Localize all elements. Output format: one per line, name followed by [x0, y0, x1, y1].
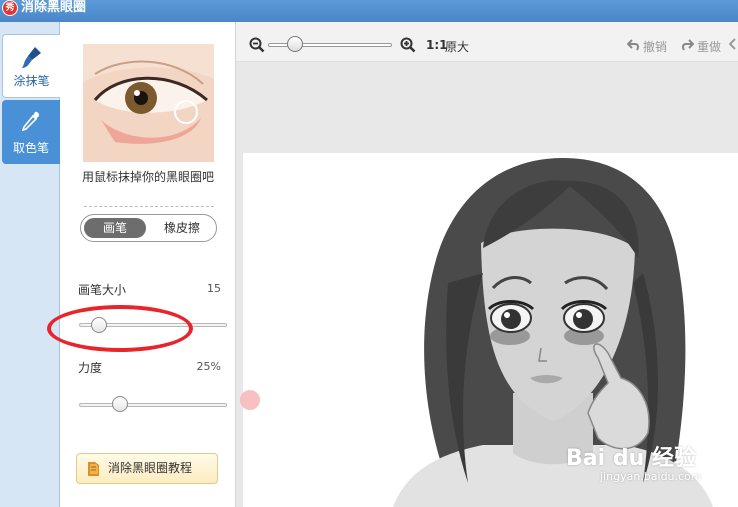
title-bar: 秀 消除黑眼圈	[0, 0, 738, 22]
strength-label: 力度	[78, 361, 103, 375]
zoom-out-icon[interactable]	[249, 37, 265, 53]
mode-toggle: 画笔 橡皮擦	[80, 214, 217, 242]
divider	[84, 206, 214, 207]
watermark-url: jingyan.baidu.com	[600, 470, 702, 483]
brush-mode-button[interactable]: 画笔	[84, 218, 146, 238]
tool-rail: 涂抹笔 取色笔	[0, 22, 60, 507]
zoom-in-icon[interactable]	[400, 37, 416, 53]
brush-icon	[22, 47, 41, 68]
tab-brush[interactable]: 涂抹笔	[2, 34, 60, 98]
panel-hint: 用鼠标抹掉你的黑眼圈吧	[81, 170, 214, 184]
original-size-label[interactable]: 原大	[445, 38, 469, 55]
highlight-ellipse	[47, 305, 193, 352]
tab-picker-label: 取色笔	[12, 141, 49, 155]
tutorial-label: 消除黑眼圈教程	[108, 461, 193, 475]
tab-color-picker[interactable]: 取色笔	[2, 100, 60, 164]
book-icon	[88, 462, 99, 476]
strength-slider[interactable]	[79, 403, 227, 407]
compare-icon[interactable]	[729, 38, 738, 50]
tab-brush-label: 涂抹笔	[13, 74, 50, 88]
tutorial-button[interactable]: 消除黑眼圈教程	[76, 453, 218, 484]
strength-value: 25%	[196, 360, 221, 373]
brush-size-value: 15	[207, 282, 221, 295]
watermark-logo: Bai du 经验	[566, 446, 696, 471]
eyedropper-icon	[21, 111, 40, 132]
strength-slider-handle[interactable]	[112, 396, 128, 412]
window-title: 消除黑眼圈	[21, 0, 87, 15]
app-logo-icon: 秀	[2, 0, 18, 16]
undo-icon[interactable]	[627, 39, 640, 51]
redo-button[interactable]: 重做	[697, 38, 721, 55]
settings-panel: 用鼠标抹掉你的黑眼圈吧 画笔 橡皮擦 画笔大小 15 力度 25% 消除黑眼圈教…	[47, 22, 236, 507]
eraser-mode-button[interactable]: 橡皮擦	[151, 218, 213, 238]
brush-size-label: 画笔大小	[78, 283, 127, 297]
brush-cursor-preview	[240, 390, 260, 410]
eye-preview-image	[83, 44, 214, 162]
undo-button[interactable]: 撤销	[643, 38, 667, 55]
redo-icon[interactable]	[681, 39, 694, 51]
